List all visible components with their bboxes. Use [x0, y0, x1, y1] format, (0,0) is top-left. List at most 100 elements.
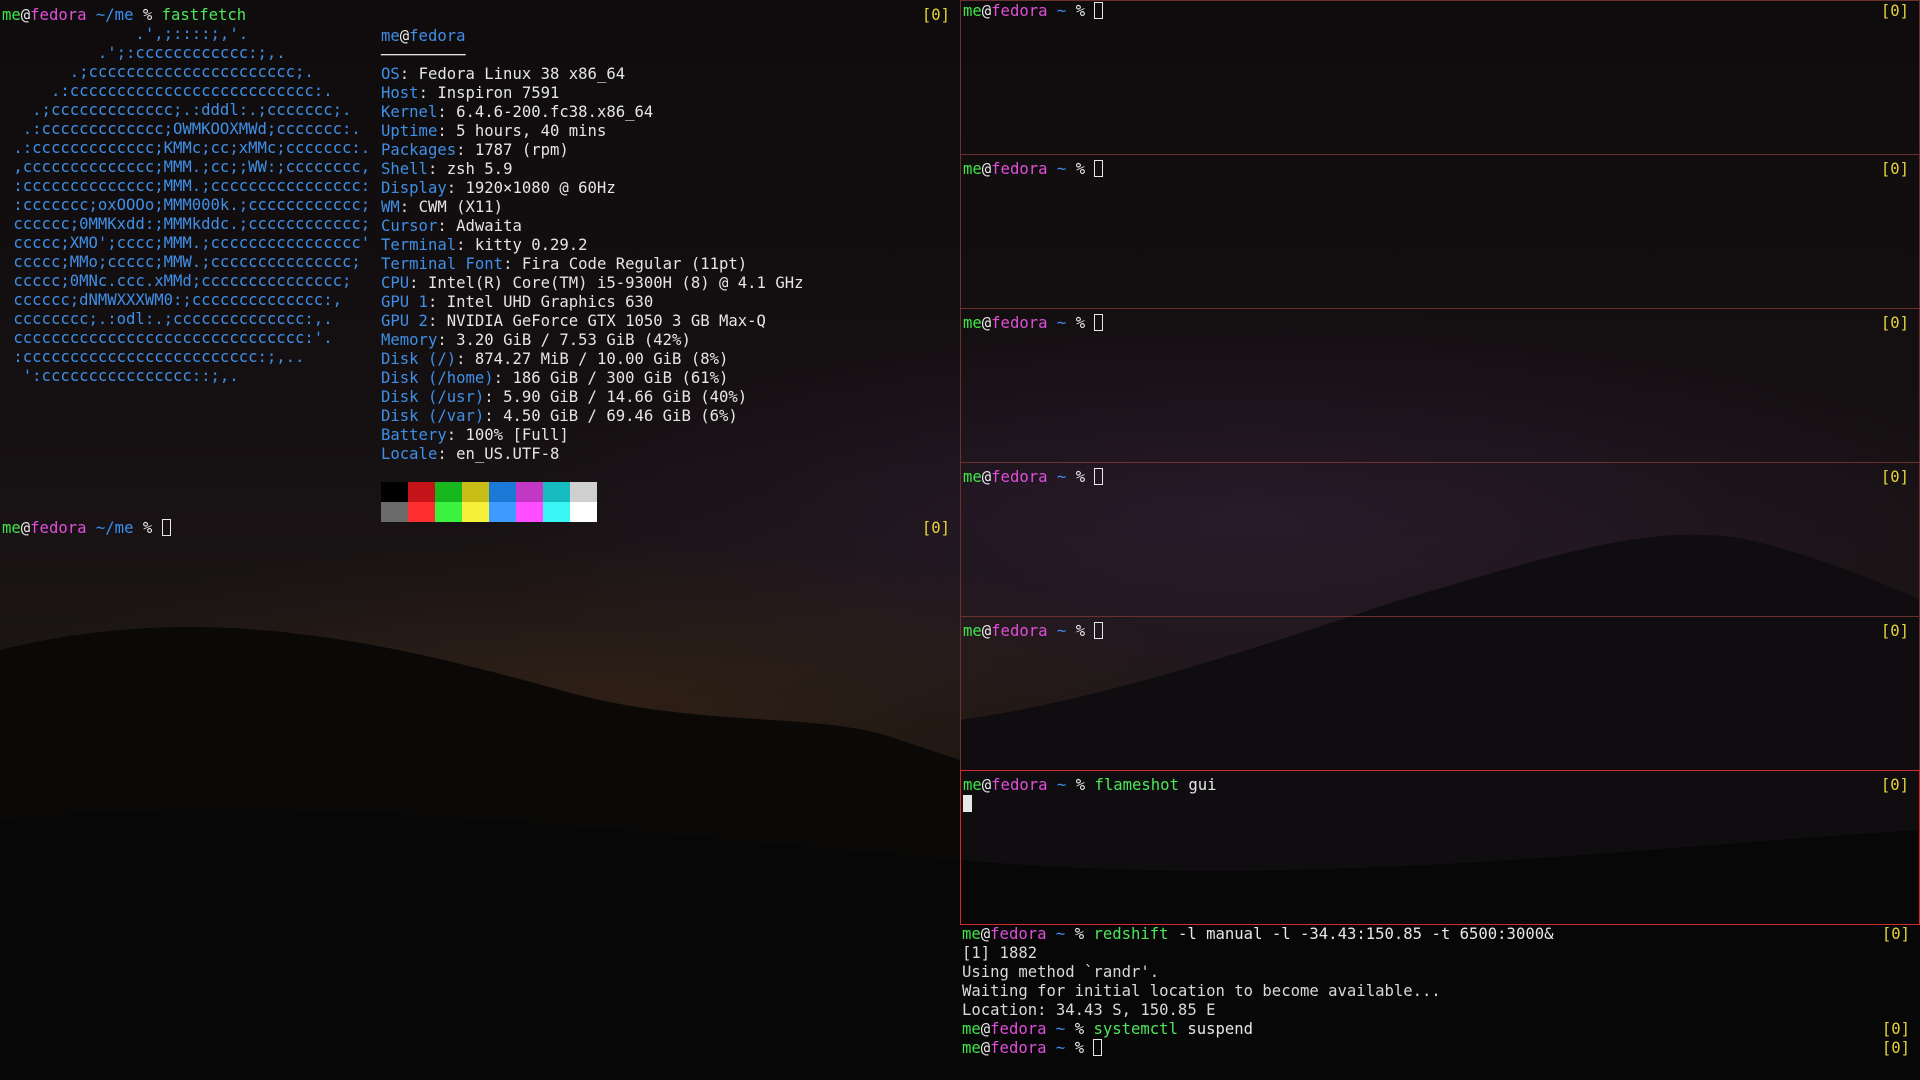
cursor-line [963, 795, 1879, 814]
info-row: Memory: 3.20 GiB / 7.53 GiB (42%) [381, 331, 691, 349]
info-key: Disk (/home) [381, 369, 494, 387]
prompt-user: me [962, 925, 981, 943]
info-title: me@fedora [381, 27, 803, 46]
command-text: fastfetch [161, 6, 247, 24]
terminal-pane-3[interactable]: me@fedora ~ % [0] [960, 308, 1920, 463]
info-row: Disk (/var): 4.50 GiB / 69.46 GiB (6%) [381, 407, 738, 425]
prompt-line: me@fedora ~ % [963, 468, 1879, 487]
prompt-user: me [963, 622, 982, 640]
prompt-user: me [2, 6, 21, 24]
logo-line: .:cccccccccccccccccccccccccc:. [4, 82, 333, 100]
info-value: Fedora Linux 38 x86_64 [418, 65, 626, 83]
info-key: Disk (/usr) [381, 388, 485, 406]
info-key: Uptime [381, 122, 438, 140]
text-cursor[interactable] [1094, 468, 1104, 485]
palette-swatch [489, 482, 516, 502]
info-row: Battery: 100% [Full] [381, 426, 569, 444]
info-row: Disk (/home): 186 GiB / 300 GiB (61%) [381, 369, 729, 387]
prompt-at: @ [981, 2, 992, 20]
text-cursor[interactable] [1093, 1039, 1103, 1056]
info-key: Disk (/var) [381, 407, 485, 425]
output-line: Location: 34.43 S, 150.85 E [962, 1001, 1216, 1019]
prompt-path: ~ [1056, 314, 1067, 332]
prompt-at: @ [20, 6, 31, 24]
terminal-pane-4[interactable]: me@fedora ~ % [0] [960, 462, 1920, 617]
prompt-line: me@fedora ~ % [963, 622, 1879, 641]
prompt-symbol: % [142, 6, 153, 24]
prompt-path: ~ [1056, 776, 1067, 794]
prompt-path: ~ [1055, 1020, 1066, 1038]
prompt-host: fedora [990, 1020, 1047, 1038]
info-key: Display [381, 179, 447, 197]
pane-counter: [0] [1881, 1039, 1910, 1057]
info-row: Disk (/): 874.27 MiB / 10.00 GiB (8%) [381, 350, 729, 368]
info-row: Uptime: 5 hours, 40 mins [381, 122, 607, 140]
prompt-symbol: % [1075, 776, 1086, 794]
palette-swatch [408, 482, 435, 502]
prompt-user: me [962, 1020, 981, 1038]
info-title-user: me [381, 27, 400, 45]
command-args: gui [1178, 776, 1217, 794]
info-value: Intel UHD Graphics 630 [446, 293, 654, 311]
pane-counter: [0] [921, 519, 950, 537]
info-row: Display: 1920×1080 @ 60Hz [381, 179, 616, 197]
palette-swatch [516, 482, 543, 502]
info-key: Host [381, 84, 419, 102]
text-cursor[interactable] [1094, 2, 1104, 19]
prompt-at: @ [981, 468, 992, 486]
prompt-line: me@fedora ~ % [963, 160, 1879, 179]
info-value: NVIDIA GeForce GTX 1050 3 GB Max-Q [446, 312, 766, 330]
info-key: GPU 2 [381, 312, 428, 330]
command-args: -l manual -l -34.43:150.85 -t 6500:3000& [1168, 925, 1554, 943]
prompt-symbol: % [1075, 2, 1086, 20]
prompt-symbol: % [1075, 622, 1086, 640]
prompt-at: @ [20, 519, 31, 537]
prompt-symbol: % [1075, 314, 1086, 332]
prompt-symbol: % [142, 519, 153, 537]
info-value: Fira Code Regular (11pt) [521, 255, 748, 273]
info-key: Terminal Font [381, 255, 504, 273]
terminal-pane-1[interactable]: me@fedora ~ % [0] [960, 0, 1920, 155]
text-cursor[interactable] [1094, 314, 1104, 331]
output-line: Waiting for initial location to become a… [962, 982, 1441, 1000]
prompt-user: me [2, 519, 21, 537]
info-key: Cursor [381, 217, 438, 235]
info-value: 874.27 MiB / 10.00 GiB (8%) [474, 350, 729, 368]
pane-counter: [0] [1880, 160, 1909, 178]
terminal-pane-left[interactable]: me@fedora ~/me % fastfetch [0] .',;::::;… [0, 0, 960, 1080]
prompt-host: fedora [991, 160, 1048, 178]
info-key: Disk (/) [381, 350, 457, 368]
terminal-pane-5[interactable]: me@fedora ~ % [0] [960, 616, 1920, 771]
prompt-host: fedora [991, 776, 1048, 794]
palette-swatch [435, 482, 462, 502]
logo-line: .:ccccccccccccc;KMMc;cc;xMMc;ccccccc:. [4, 139, 371, 157]
terminal-pane-2[interactable]: me@fedora ~ % [0] [960, 154, 1920, 309]
command-args: suspend [1177, 1020, 1254, 1038]
logo-line: ,cccccccccccccc;MMM.;cc;;WW:;cccccccc, [4, 158, 371, 176]
info-row: Terminal Font: Fira Code Regular (11pt) [381, 255, 748, 273]
text-cursor[interactable] [963, 795, 972, 812]
prompt-line: me@fedora ~/me % [2, 519, 920, 538]
info-key: Memory [381, 331, 438, 349]
command-name: systemctl [1093, 1020, 1178, 1038]
terminal-pane-7[interactable]: me@fedora ~ % redshift -l manual -l -34.… [960, 924, 1920, 1080]
terminal-pane-6[interactable]: me@fedora ~ % flameshot gui [0] [960, 770, 1920, 925]
color-palette [381, 482, 597, 522]
info-value: CWM (X11) [418, 198, 504, 216]
text-cursor[interactable] [1094, 160, 1104, 177]
logo-line: :ccccccc;oxOOOo;MMM000k.;cccccccccccc; [4, 196, 371, 214]
command-line: me@fedora ~/me % fastfetch [2, 6, 920, 25]
info-value: kitty 0.29.2 [474, 236, 588, 254]
prompt-host: fedora [991, 314, 1048, 332]
command-name: redshift [1093, 925, 1169, 943]
text-cursor[interactable] [1094, 622, 1104, 639]
prompt-path: ~ [1056, 160, 1067, 178]
info-key: Terminal [381, 236, 457, 254]
prompt-path: ~ [1055, 925, 1066, 943]
prompt-line: me@fedora ~ % flameshot gui [963, 776, 1879, 795]
info-value: 5 hours, 40 mins [456, 122, 607, 140]
prompt-user: me [963, 776, 982, 794]
pane-counter: [0] [1880, 622, 1909, 640]
logo-line: ccccc;XMO';cccc;MMM.;cccccccccccccccc' [4, 234, 371, 252]
text-cursor[interactable] [161, 519, 171, 536]
